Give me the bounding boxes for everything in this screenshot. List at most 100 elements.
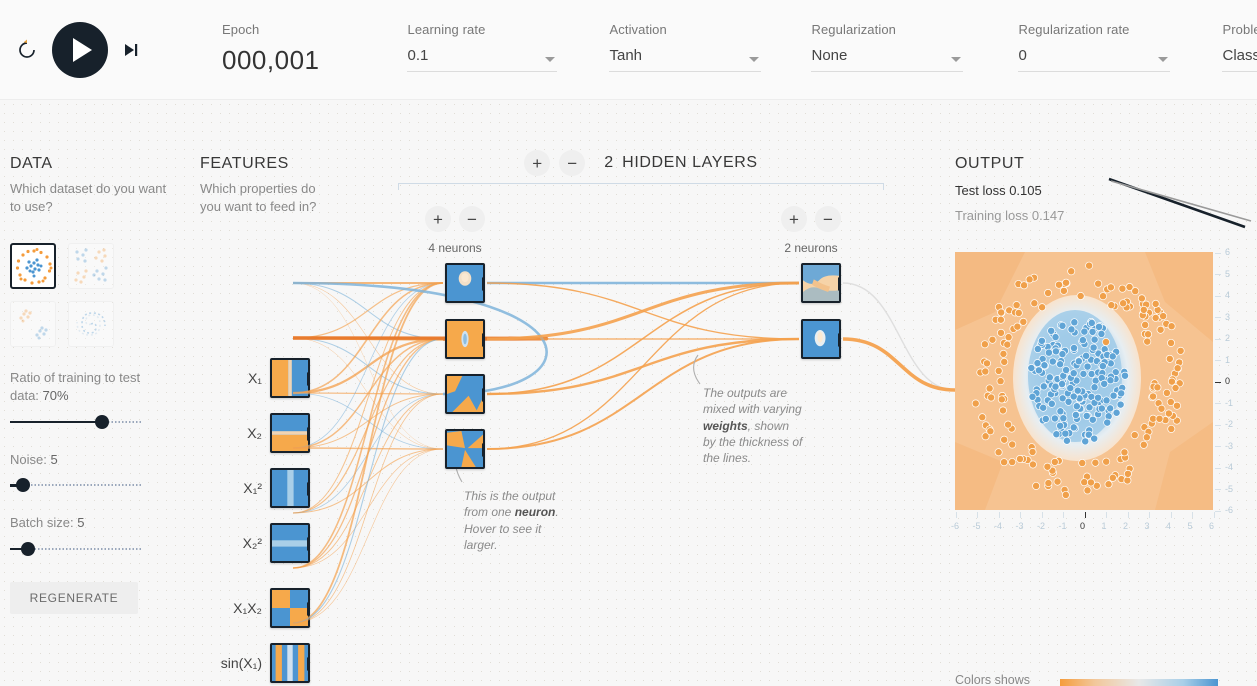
slider-handle[interactable] bbox=[21, 541, 36, 556]
regularization-select[interactable]: None bbox=[811, 47, 964, 72]
feature-x1-thumbnail bbox=[272, 360, 308, 396]
data-point bbox=[1044, 479, 1053, 488]
noise-slider[interactable] bbox=[10, 478, 142, 493]
data-point bbox=[1083, 362, 1092, 371]
y-axis-tick-label: -5 bbox=[1225, 483, 1234, 494]
data-point bbox=[1048, 357, 1057, 366]
x-axis-tick-label: 0 bbox=[1080, 521, 1086, 531]
callout-neuron-line1: This is the output bbox=[464, 489, 556, 503]
connection-line bbox=[292, 336, 549, 341]
reset-icon[interactable] bbox=[14, 37, 40, 63]
callout-neuron-line2-pre: from one bbox=[464, 505, 515, 520]
layer-2-remove-neuron-button[interactable]: − bbox=[815, 206, 841, 232]
y-axis-tick-label: -2 bbox=[1225, 419, 1234, 429]
data-point bbox=[1173, 364, 1182, 373]
training-loss-label: Training loss bbox=[955, 208, 1029, 223]
connection-line bbox=[692, 354, 701, 385]
connection-line bbox=[292, 338, 444, 624]
data-point bbox=[1058, 380, 1067, 388]
data-point bbox=[1056, 360, 1065, 369]
data-point bbox=[1032, 481, 1041, 490]
output-panel: OUTPUT Test loss 0.105 Training loss 0.1… bbox=[955, 155, 1255, 229]
ratio-slider[interactable] bbox=[10, 414, 142, 429]
feature-x1x2-node[interactable] bbox=[270, 588, 310, 628]
data-point bbox=[1089, 343, 1098, 352]
regularization-rate-select[interactable]: 0 bbox=[1018, 47, 1171, 72]
feature-x1-node[interactable] bbox=[270, 358, 310, 398]
layer-2-add-neuron-button[interactable]: + bbox=[781, 206, 807, 232]
data-point bbox=[1045, 373, 1054, 382]
data-point bbox=[1028, 448, 1037, 456]
activation-select[interactable]: Tanh bbox=[609, 47, 762, 72]
feature-sin-x1-thumbnail bbox=[272, 645, 308, 681]
play-button[interactable] bbox=[52, 22, 108, 78]
node-output-connector bbox=[307, 537, 308, 551]
remove-layer-button[interactable]: − bbox=[559, 150, 586, 176]
feature-x2-node[interactable] bbox=[270, 413, 310, 453]
neuron-thumbnail bbox=[447, 321, 483, 357]
data-point bbox=[1141, 320, 1150, 329]
data-point bbox=[1037, 336, 1046, 345]
legend-line1: Colors shows bbox=[955, 673, 1031, 686]
data-point bbox=[994, 366, 1003, 375]
data-point bbox=[1033, 359, 1042, 368]
output-heatmap[interactable] bbox=[955, 252, 1213, 510]
data-point bbox=[1062, 278, 1071, 287]
y-axis-tick-label: 0 bbox=[1225, 376, 1231, 386]
step-forward-icon[interactable] bbox=[120, 39, 142, 61]
dataset-circle[interactable] bbox=[10, 242, 56, 289]
dataset-gaussian[interactable] bbox=[10, 300, 56, 347]
data-point bbox=[1039, 403, 1048, 412]
data-point bbox=[1070, 344, 1078, 353]
connection-line bbox=[486, 282, 800, 395]
feature-sin-x1-node[interactable] bbox=[270, 643, 310, 683]
data-point bbox=[986, 427, 995, 436]
data-point bbox=[997, 395, 1006, 404]
node-output-connector bbox=[482, 277, 483, 291]
data-point bbox=[981, 367, 990, 376]
tensorflow-playground-app: Epoch 000,001 Learning rate 0.1 Activati… bbox=[0, 0, 1257, 686]
batch-size-slider[interactable] bbox=[10, 541, 142, 556]
data-point bbox=[1025, 275, 1034, 284]
layer-1-add-neuron-button[interactable]: + bbox=[425, 206, 451, 232]
callout-weights-line3: weights, shown bbox=[703, 418, 823, 434]
data-point bbox=[1094, 279, 1103, 288]
connection-line bbox=[292, 337, 444, 395]
x-tick-mark bbox=[1020, 512, 1021, 518]
problem-type-select[interactable]: Classification bbox=[1222, 47, 1257, 72]
output-heatmap-wrapper: 6 5 4 3 2 1 0 -1 -2 -3 -4 -5 -6 -6 -5 -4 -3 -2 -1 0 1 2 3 4 5 6 bbox=[951, 247, 1233, 531]
slider-handle[interactable] bbox=[95, 414, 110, 429]
add-layer-button[interactable]: + bbox=[524, 150, 551, 176]
gradient-bar bbox=[1060, 679, 1218, 686]
data-point bbox=[1085, 261, 1094, 270]
hidden-layer-1-neuron-3[interactable] bbox=[445, 374, 485, 414]
connection-line bbox=[292, 338, 444, 514]
slider-handle[interactable] bbox=[16, 478, 31, 493]
data-point bbox=[1130, 431, 1139, 440]
data-point bbox=[1003, 340, 1012, 349]
hidden-layer-1-neuron-1[interactable] bbox=[445, 263, 485, 303]
x-axis-tick-label: 5 bbox=[1187, 521, 1193, 531]
hidden-layer-2-neuron-2[interactable] bbox=[801, 319, 841, 359]
y-tick-mark bbox=[1215, 381, 1221, 383]
feature-x1-squared-node[interactable] bbox=[270, 468, 310, 508]
learning-rate-select[interactable]: 0.1 bbox=[407, 47, 558, 72]
learning-rate-label: Learning rate bbox=[407, 22, 486, 37]
hidden-layer-1-neuron-4[interactable] bbox=[445, 429, 485, 469]
dataset-exclusive-or[interactable] bbox=[68, 242, 114, 289]
callout-weights-line1: The outputs are bbox=[703, 386, 788, 400]
data-point bbox=[1069, 369, 1078, 378]
hidden-layer-2-neuron-1[interactable] bbox=[801, 263, 841, 303]
layer-1-remove-neuron-button[interactable]: − bbox=[459, 206, 485, 232]
dataset-spiral[interactable] bbox=[68, 300, 114, 347]
spiral-dataset-icon bbox=[76, 312, 106, 336]
hidden-layer-1-neuron-2[interactable] bbox=[445, 319, 485, 359]
data-point bbox=[1012, 301, 1021, 310]
feature-x2-squared-node[interactable] bbox=[270, 523, 310, 563]
chevron-down-icon bbox=[951, 57, 962, 62]
data-point bbox=[1080, 478, 1089, 487]
activation-value: Tanh bbox=[609, 47, 643, 64]
regenerate-button[interactable]: REGENERATE bbox=[10, 581, 138, 614]
data-point bbox=[1090, 383, 1099, 392]
neuron-thumbnail bbox=[447, 431, 483, 467]
